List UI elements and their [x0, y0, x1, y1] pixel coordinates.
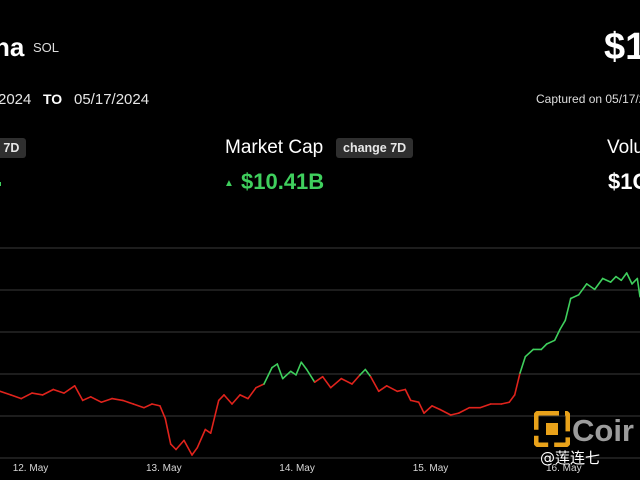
price-line-segment — [585, 283, 596, 291]
price-line-segment — [0, 390, 12, 396]
price-line-segment — [73, 384, 84, 402]
price-line-segment — [593, 277, 604, 291]
price-line-segment — [385, 384, 399, 393]
price-line-segment — [159, 405, 167, 420]
price-line-segment — [457, 406, 471, 414]
price-line-segment — [20, 392, 33, 400]
price-line-segment — [191, 446, 199, 456]
price-line-segment — [175, 439, 185, 451]
price-line-segment — [513, 372, 521, 396]
price-line-segment — [625, 272, 633, 285]
price-line-segment — [329, 377, 343, 389]
price-line-segment — [263, 366, 273, 385]
price-line-segment — [169, 443, 177, 451]
price-line-segment — [564, 297, 572, 322]
price-line-segment — [151, 403, 161, 407]
price-line-segment — [439, 408, 452, 416]
price-line-segment — [369, 375, 380, 393]
price-line-segment — [609, 275, 617, 283]
price-line-segment — [601, 277, 612, 283]
price-line-segment — [295, 361, 303, 376]
price-chart: 12. May 13. May 14. May 15. May 16. May — [0, 247, 640, 474]
price-line-segment — [217, 394, 225, 402]
price-line-segment — [63, 384, 76, 394]
price-line-segment — [479, 403, 492, 409]
price-line-segment — [100, 397, 113, 404]
price-line-segment — [524, 348, 535, 358]
price-line-segment — [500, 401, 511, 405]
x-axis-ticks: 12. May 13. May 14. May 15. May 16. May — [13, 463, 582, 474]
price-line-segment — [620, 272, 628, 282]
price-line-segment — [9, 394, 23, 400]
price-line-segment — [305, 368, 316, 384]
price-line-segment — [81, 395, 92, 402]
price-line-segment — [31, 392, 44, 396]
x-tick-label: 13. May — [146, 463, 182, 474]
price-line-segment — [196, 428, 207, 449]
price-line-segment — [41, 388, 55, 396]
price-line-segment — [313, 375, 324, 384]
price-line-segment — [271, 363, 279, 369]
price-line-segment — [417, 401, 425, 414]
price-line-segment — [340, 377, 353, 385]
price-line-segment — [615, 275, 623, 282]
price-line-segment — [164, 417, 172, 445]
price-line-segment — [508, 394, 516, 404]
logo-text: Coir — [572, 413, 634, 448]
price-line-segment — [559, 319, 567, 331]
price-line-segment — [577, 283, 588, 296]
price-line-segment — [364, 368, 372, 378]
watermark-text: @莲连七 — [540, 449, 601, 467]
price-line-segment — [545, 339, 556, 345]
price-line-segment — [321, 375, 332, 389]
price-line-segment — [239, 394, 249, 400]
coinglass-logo-icon — [533, 410, 571, 452]
price-line-segment — [540, 343, 548, 351]
price-line-segment — [89, 395, 103, 404]
price-line-segment — [553, 328, 561, 342]
x-tick-label: 14. May — [279, 463, 315, 474]
price-line-segment — [431, 405, 441, 411]
price-line-segment — [204, 428, 212, 435]
price-line-segment — [396, 388, 407, 393]
price-line-segment — [281, 370, 292, 380]
price-line-segment — [569, 293, 580, 300]
price-line-segment — [449, 412, 460, 416]
price-line-segment — [255, 383, 265, 389]
price-line-segment — [143, 403, 153, 409]
x-tick-label: 12. May — [13, 463, 49, 474]
price-line-segment — [223, 394, 233, 405]
price-line-segment — [183, 439, 193, 456]
price-line-segment — [631, 277, 639, 285]
price-line-segment — [52, 388, 65, 394]
price-line-segment — [276, 363, 284, 380]
price-line-segment — [111, 397, 124, 402]
price-line-segment — [404, 388, 412, 402]
price-line-segment — [519, 355, 527, 374]
price-line-segment — [132, 403, 145, 409]
x-tick-label: 15. May — [413, 463, 449, 474]
price-line-segment — [351, 374, 361, 385]
price-line-segment — [409, 399, 420, 404]
price-line-segment — [121, 399, 135, 405]
price-line-segment — [209, 399, 220, 435]
price-line-segment — [300, 361, 308, 371]
price-line-segment — [231, 394, 241, 405]
price-line-segment — [247, 386, 257, 400]
price-line-segment — [423, 405, 433, 414]
price-line-segment — [377, 384, 388, 393]
